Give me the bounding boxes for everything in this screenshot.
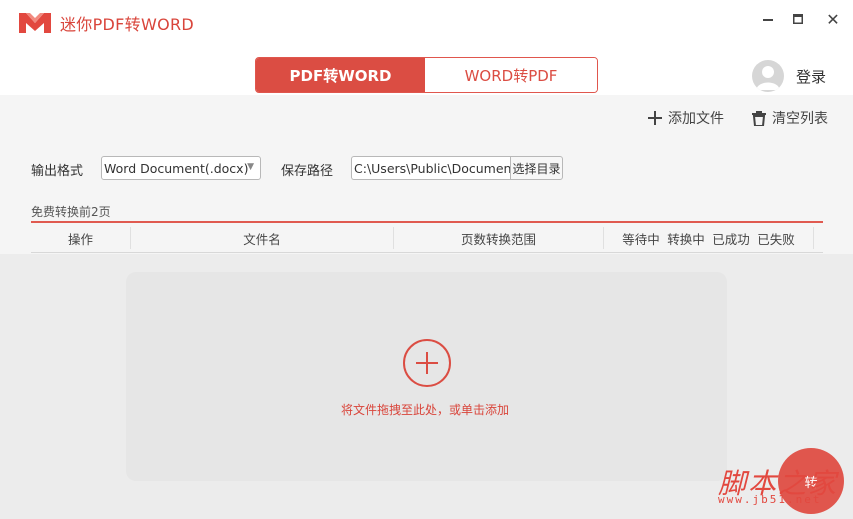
add-file-button[interactable]: 添加文件 [648, 108, 724, 128]
column-separator [603, 227, 604, 249]
close-icon: ✕ [826, 9, 840, 29]
column-header-action: 操作 [67, 231, 93, 247]
clear-list-button[interactable]: 清空列表 [752, 108, 828, 128]
free-conversion-note: 免费转换前2页 [31, 205, 111, 219]
add-file-label: 添加文件 [668, 111, 724, 127]
format-value: Word Document(.docx) [104, 160, 249, 176]
minimize-button[interactable] [755, 8, 781, 30]
table-header: 操作 文件名 页数转换范围 等待中 转换中 已成功 已失败 [31, 223, 823, 253]
plus-icon [648, 111, 662, 125]
path-label: 保存路径 [281, 164, 334, 179]
logo-m-icon [18, 10, 52, 34]
add-circle-icon[interactable] [403, 339, 451, 387]
column-header-converting: 转换中 [667, 231, 705, 247]
column-separator [813, 227, 814, 249]
mode-tabs: PDF转WORD WORD转PDF [255, 57, 598, 93]
trash-icon [752, 110, 766, 126]
save-path-input[interactable] [351, 156, 511, 180]
column-header-failed: 已失败 [757, 231, 795, 247]
app-title: 迷你PDF转WORD [60, 15, 195, 34]
format-label: 输出格式 [31, 164, 84, 179]
tab-pdf-to-word[interactable]: PDF转WORD [256, 58, 425, 92]
column-header-filename: 文件名 [243, 231, 281, 247]
column-header-waiting: 等待中 [622, 231, 660, 247]
minimize-icon [763, 19, 773, 21]
choose-directory-button[interactable]: 选择目录 [510, 156, 563, 180]
drop-hint: 将文件拖拽至此处，或单击添加 [341, 403, 510, 417]
user-avatar-icon[interactable] [752, 60, 784, 92]
maximize-icon [793, 14, 803, 24]
close-button[interactable]: ✕ [820, 8, 846, 30]
maximize-button[interactable] [785, 8, 811, 30]
watermark-url: www.jb51.net [718, 493, 822, 506]
column-header-succeeded: 已成功 [712, 231, 750, 247]
column-header-page-range: 页数转换范围 [460, 231, 536, 247]
format-select[interactable]: Word Document(.docx) ▼ [101, 156, 261, 180]
dropdown-arrow-icon: ▼ [247, 162, 254, 172]
tab-word-to-pdf[interactable]: WORD转PDF [425, 58, 597, 92]
login-link[interactable]: 登录 [796, 66, 826, 87]
clear-list-label: 清空列表 [772, 111, 828, 127]
